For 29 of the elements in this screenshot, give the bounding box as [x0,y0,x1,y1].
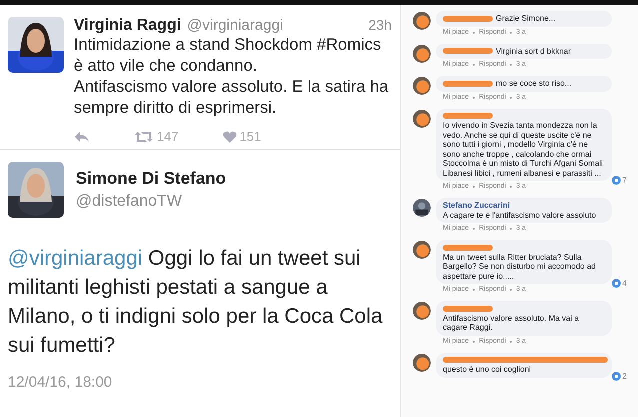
author-handle: @virginiaraggi [187,17,284,34]
reaction-count: 4 [622,278,627,288]
reaction-count: 7 [622,176,627,185]
reply-icon[interactable] [74,130,90,142]
comment-text: mo se coce sto riso... [496,79,572,88]
comment-text: Ma un tweet sulla Ritter bruciata? Sulla Bargello? Se non disturbo mi accomodo ad aspettare pure io..... [443,252,597,281]
tweet-text: @virginiaraggi Oggi lo fai un tweet sui militanti leghisti pestati a sangue a Milano, o ti indigni solo per la Coca Cola sui fumetti? [8,246,384,359]
commenter-name[interactable]: Stefano Zuccarini [443,201,510,210]
like-icon [612,372,621,382]
heart-icon[interactable] [222,130,237,142]
reaction-count: 2 [622,372,627,382]
comment-text: Antifascismo valore assoluto. Ma vai a cagare Raggi. [443,314,580,332]
retweet-icon[interactable] [134,130,154,142]
comment-text: A cagare te e l'antifascismo valore assoluto [443,210,596,220]
tweet-time: 23h [368,17,392,33]
tweet-time: 12/04/16, 18:00 [8,374,114,391]
like-count: 151 [240,129,262,144]
like-icon [612,278,621,288]
comment-text: Grazie Simone... [496,14,556,24]
author-handle: @distefanoTW [76,193,184,211]
author-name[interactable]: Simone Di Stefano [76,169,226,189]
tweet-text: Intimidazione a stand Shockdom #Romics è atto vile che condanno. Antifascismo valore assoluto. E la satira ha sempre diritto di esprimersi. [74,35,390,119]
mention-link[interactable]: @virginiaraggi [8,247,143,270]
like-icon [612,176,621,185]
comment-text: Virginia sort d bkknar [496,46,571,56]
comment-text: Io vivendo in Svezia tanta mondezza non la vedo. Anche se qui di queste uscite c'è ne sono tutti i giorni , modello Virginia c'è ne sono anche troppe , calcolando che ormai Stoccolma è un misto di Turchi Afgani Somali Libanesi libici , rumeni albanesi e parassiti ... [443,121,604,178]
comment-text: questo è uno coi coglioni [443,365,532,374]
author-name[interactable]: Virginia Raggi [74,17,182,35]
retweet-count: 147 [157,129,179,144]
